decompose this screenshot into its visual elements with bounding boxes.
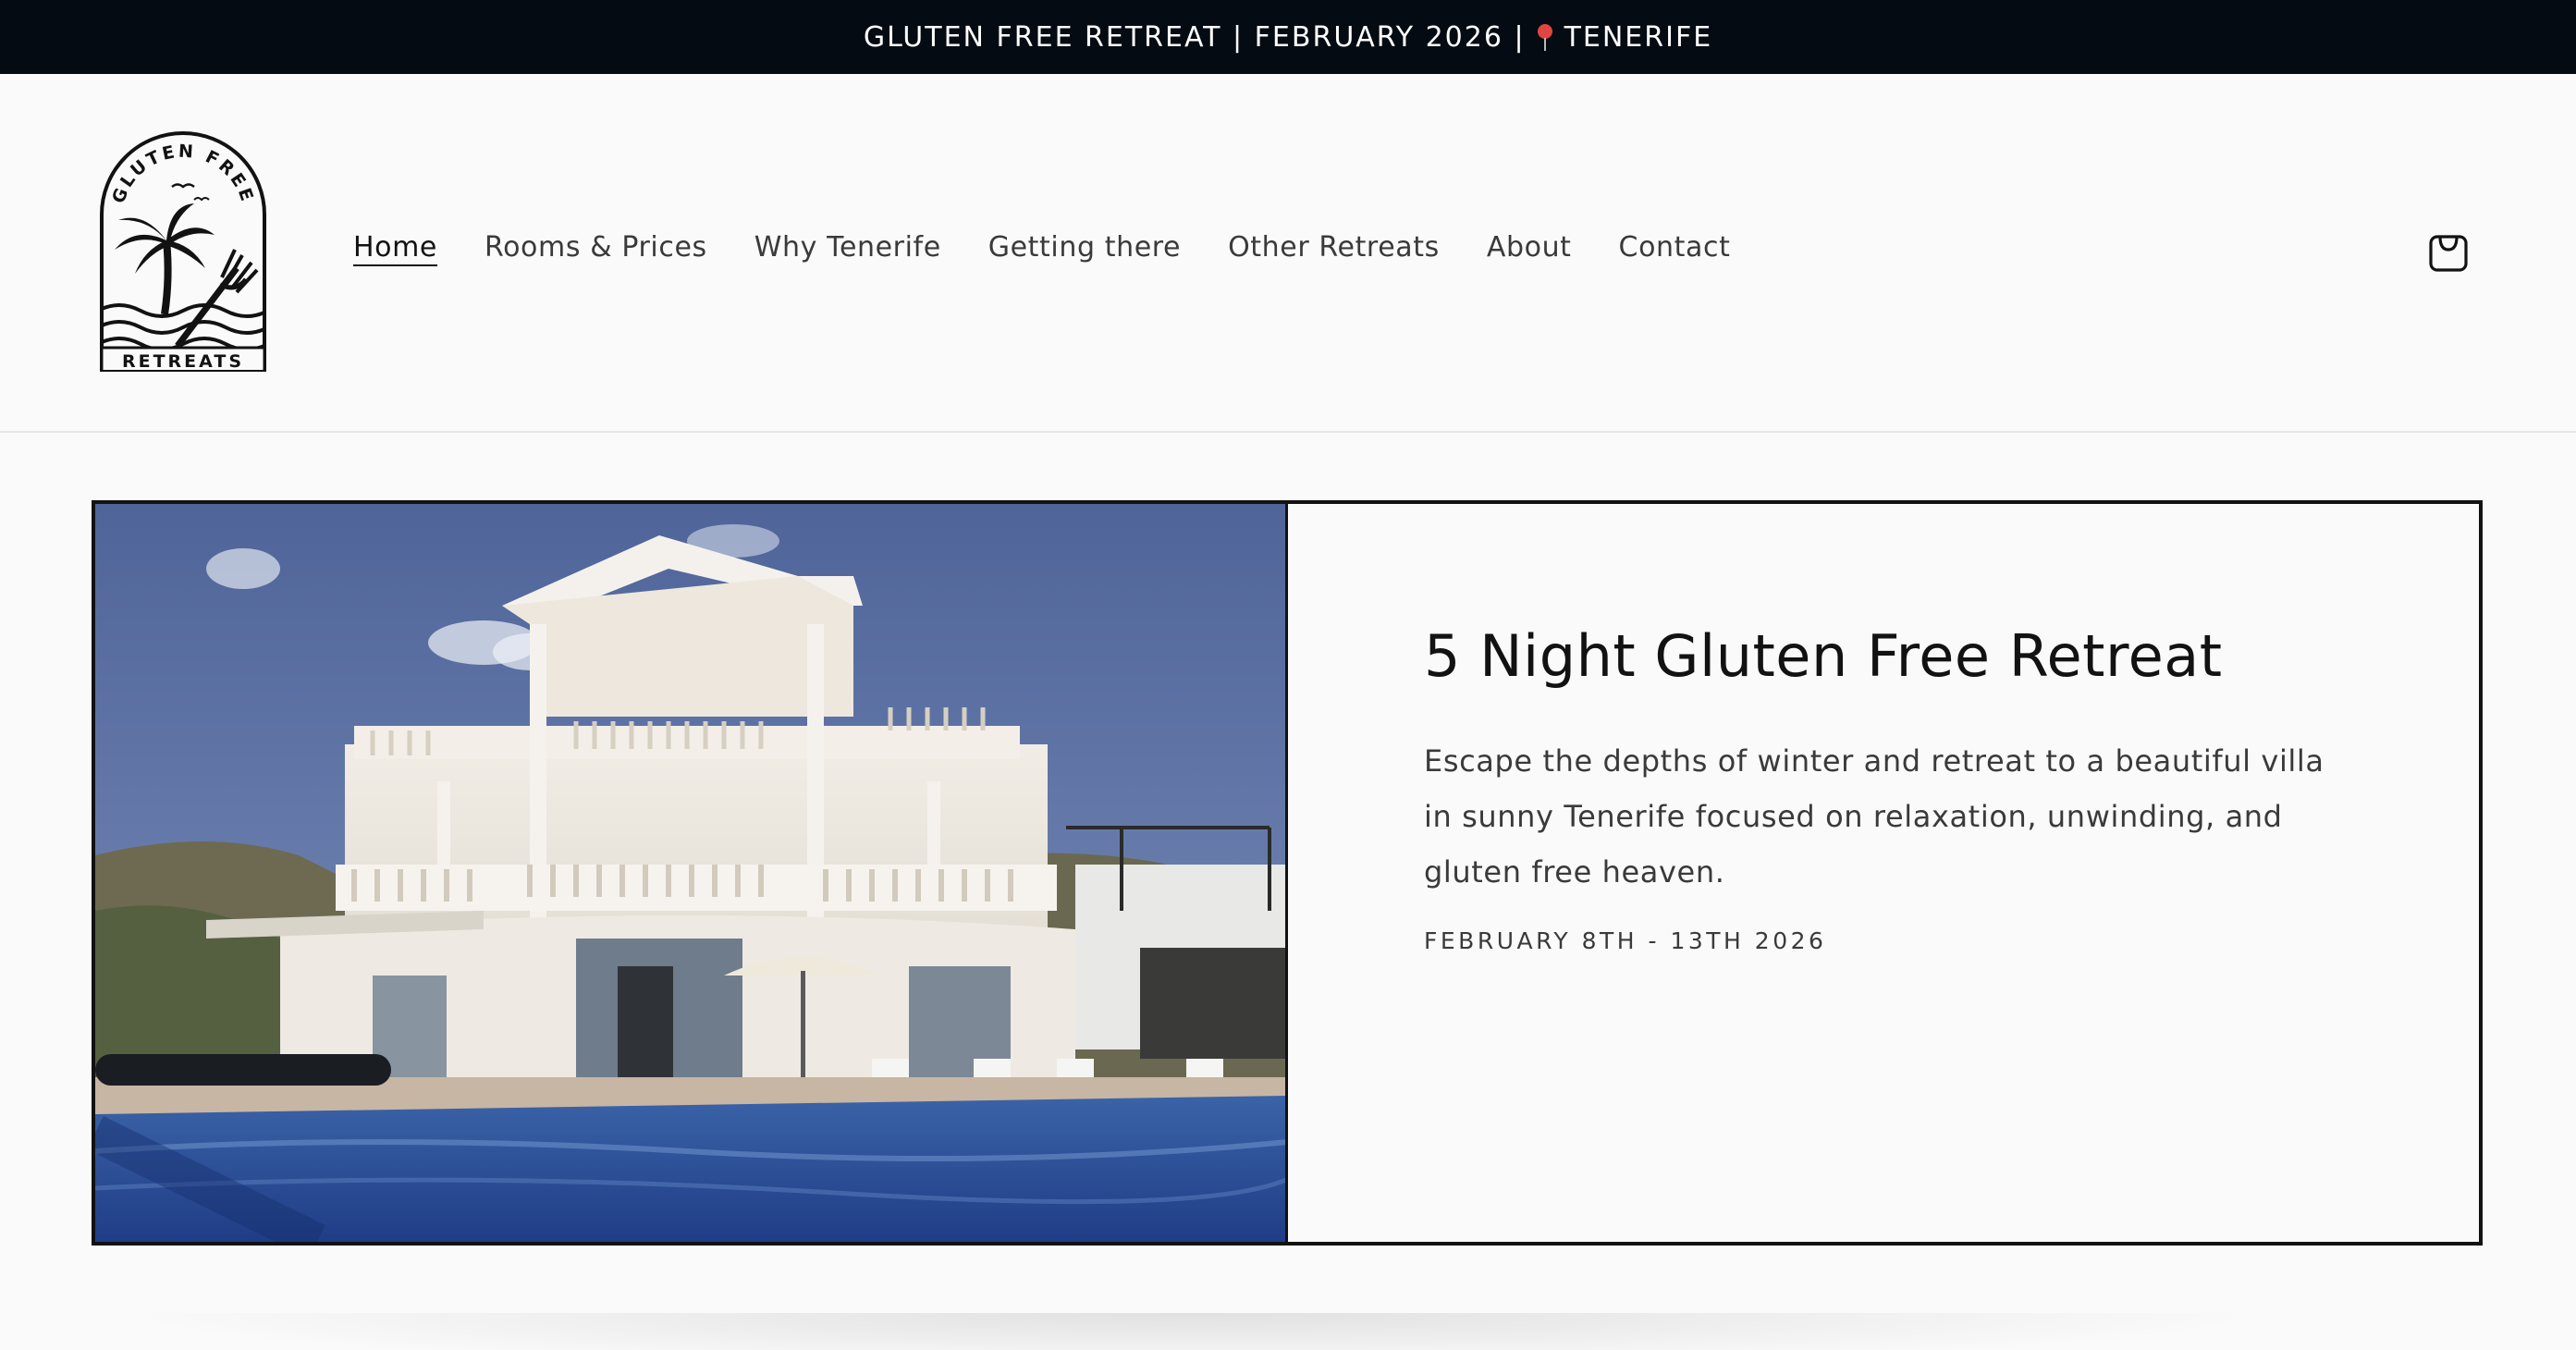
villa-photo — [95, 504, 1288, 1242]
announcement-text-after: TENERIFE — [1564, 20, 1713, 54]
nav-item-other-retreats[interactable]: Other Retreats — [1228, 231, 1440, 264]
shopping-bag-icon — [2429, 235, 2468, 272]
gluten-free-retreats-logo: GLUTEN FREE RETREATS — [100, 131, 266, 372]
retreat-title: 5 Night Gluten Free Retreat — [1424, 622, 2223, 690]
nav-item-why-tenerife[interactable]: Why Tenerife — [754, 231, 941, 264]
announcement-text-before: GLUTEN FREE RETREAT | FEBRUARY 2026 | — [863, 20, 1526, 54]
site-header: GLUTEN FREE RETREATS Home Rooms & Prices… — [0, 74, 2576, 433]
nav-item-home[interactable]: Home — [353, 231, 437, 264]
nav-item-getting-there[interactable]: Getting there — [988, 231, 1181, 264]
svg-text:RETREATS: RETREATS — [122, 351, 244, 372]
villa-pool-image — [95, 504, 1285, 1242]
featured-retreat: 5 Night Gluten Free Retreat Escape the d… — [92, 500, 2483, 1246]
map-pin-icon — [1535, 22, 1555, 52]
cart-button[interactable] — [2428, 231, 2469, 274]
nav-item-contact[interactable]: Contact — [1619, 231, 1731, 264]
nav-item-rooms-prices[interactable]: Rooms & Prices — [485, 231, 707, 264]
retreat-details: 5 Night Gluten Free Retreat Escape the d… — [1288, 504, 2479, 1242]
site-logo[interactable]: GLUTEN FREE RETREATS — [98, 129, 268, 374]
announcement-bar: GLUTEN FREE RETREAT | FEBRUARY 2026 | TE… — [0, 0, 2576, 74]
main-navigation: Home Rooms & Prices Why Tenerife Getting… — [353, 231, 1777, 264]
nav-item-about[interactable]: About — [1487, 231, 1572, 264]
next-section-shadow — [111, 1313, 2275, 1350]
retreat-description: Escape the depths of winter and retreat … — [1424, 743, 2325, 890]
retreat-dates: FEBRUARY 8TH - 13TH 2026 — [1424, 927, 1827, 955]
